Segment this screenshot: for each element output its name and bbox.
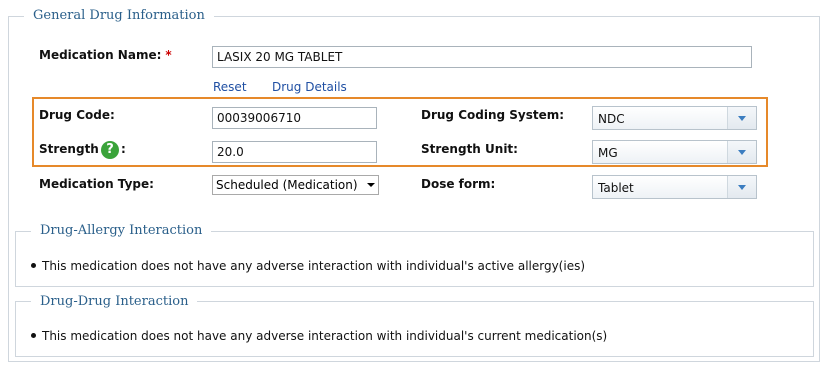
drug-drug-legend: Drug-Drug Interaction	[31, 294, 198, 310]
drug-allergy-message: This medication does not have any advers…	[31, 259, 585, 273]
dropdown-arrow-icon[interactable]	[727, 176, 756, 198]
drug-coding-system-value: NDC	[598, 112, 625, 126]
medication-type-label: Medication Type:	[39, 177, 154, 191]
dropdown-arrow-icon[interactable]	[364, 176, 378, 194]
drug-drug-message: This medication does not have any advers…	[31, 329, 607, 343]
drug-details-link[interactable]: Drug Details	[272, 80, 347, 94]
bullet-icon	[31, 333, 36, 338]
required-marker: *	[165, 48, 172, 62]
dose-form-value: Tablet	[598, 181, 634, 195]
drug-drug-message-text: This medication does not have any advers…	[42, 329, 608, 343]
bullet-icon	[31, 263, 36, 268]
strength-colon: :	[121, 142, 126, 156]
medication-name-label-text: Medication Name:	[39, 48, 162, 62]
strength-input[interactable]: 20.0	[212, 141, 377, 163]
drug-allergy-legend: Drug-Allergy Interaction	[31, 223, 212, 239]
medication-name-input[interactable]: LASIX 20 MG TABLET	[212, 46, 752, 68]
strength-unit-label: Strength Unit:	[421, 142, 518, 156]
medication-type-select[interactable]: Scheduled (Medication)	[212, 175, 379, 195]
drug-code-input[interactable]: 00039006710	[212, 107, 377, 129]
dose-form-label: Dose form:	[421, 177, 496, 191]
medication-name-label: Medication Name: *	[39, 48, 172, 62]
dose-form-select[interactable]: Tablet	[592, 175, 757, 199]
strength-unit-value: MG	[598, 146, 618, 160]
drug-coding-system-select[interactable]: NDC	[592, 106, 757, 130]
drug-allergy-message-text: This medication does not have any advers…	[42, 259, 586, 273]
dropdown-arrow-icon[interactable]	[727, 141, 756, 163]
strength-label: Strength	[39, 142, 99, 156]
help-icon[interactable]: ?	[101, 141, 119, 159]
drug-code-label: Drug Code:	[39, 108, 115, 122]
reset-link[interactable]: Reset	[213, 80, 247, 94]
medication-type-value: Scheduled (Medication)	[216, 178, 358, 192]
general-drug-info-legend: General Drug Information	[24, 8, 214, 24]
drug-coding-system-label: Drug Coding System:	[421, 108, 565, 122]
dropdown-arrow-icon[interactable]	[727, 107, 756, 129]
strength-label-text: Strength	[39, 142, 99, 156]
strength-unit-select[interactable]: MG	[592, 140, 757, 164]
